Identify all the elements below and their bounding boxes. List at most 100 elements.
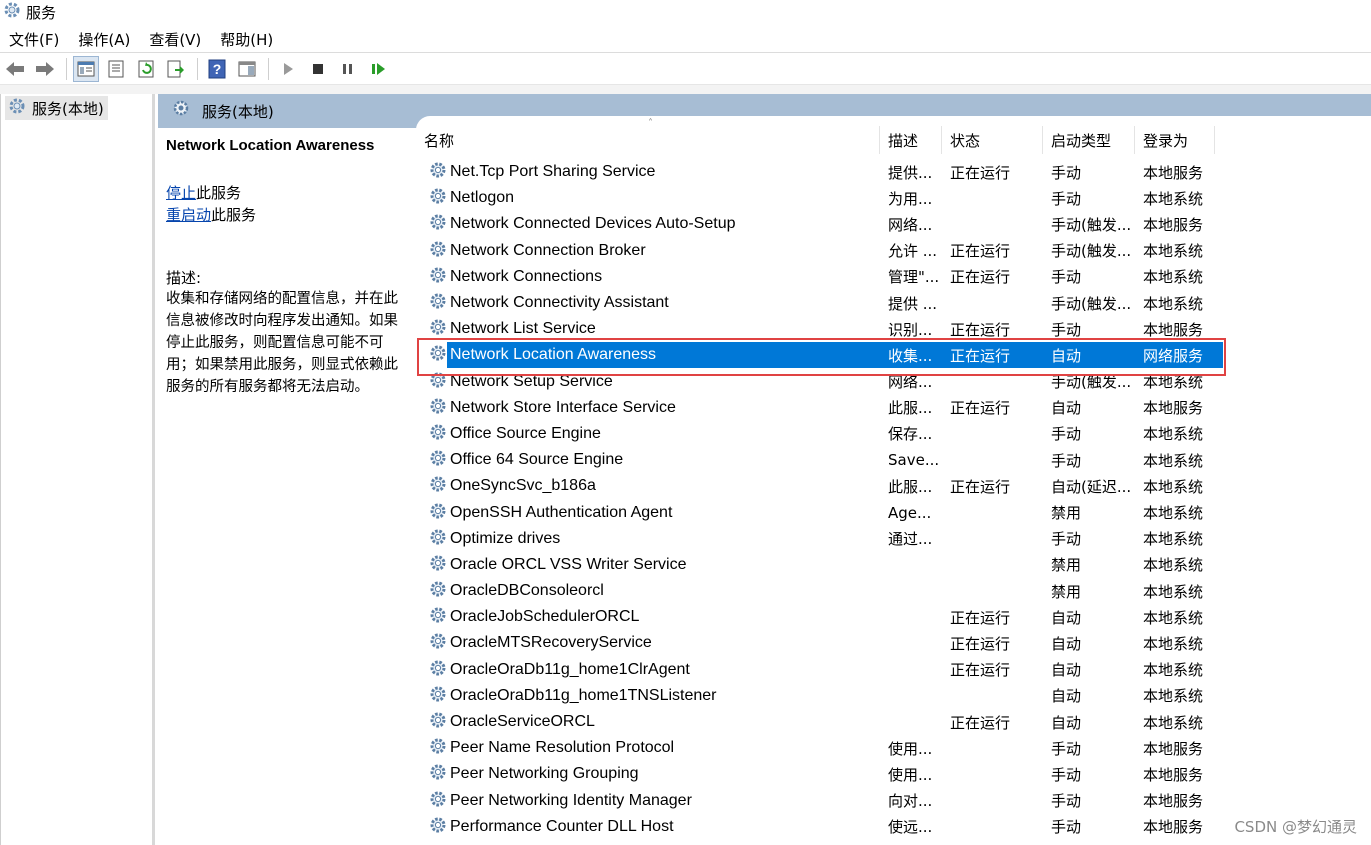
svg-text:?: ? xyxy=(213,61,222,77)
tree-item-services-local[interactable]: 服务(本地) xyxy=(5,96,108,120)
table-row[interactable]: Network Setup Service 网络... 手动(触发... 本地系统 xyxy=(416,369,1371,395)
service-startup-type: 手动 xyxy=(1051,818,1082,837)
table-row[interactable]: Office 64 Source Engine Save... 手动 本地系统 xyxy=(416,447,1371,473)
service-detail-panel: Network Location Awareness 停止此服务 重启动此服务 … xyxy=(158,128,416,845)
column-header-description[interactable]: 描述 xyxy=(880,126,942,154)
table-row[interactable]: Network Connection Broker 允许 ... 正在运行 手动(触发… xyxy=(416,238,1371,264)
table-row[interactable]: OracleOraDb11g_home1ClrAgent 正在运行 自动 本地系统 xyxy=(416,657,1371,683)
table-row[interactable]: Network List Service 识别... 正在运行 手动 本地服务 xyxy=(416,316,1371,342)
watermark: CSDN @梦幻通灵 xyxy=(1234,818,1357,836)
table-row[interactable]: Network Connected Devices Auto-Setup 网络..… xyxy=(416,211,1371,237)
table-row[interactable]: Peer Networking Grouping 使用... 手动 本地服务 xyxy=(416,761,1371,787)
service-log-on-as: 本地系统 xyxy=(1143,294,1204,313)
refresh-icon[interactable] xyxy=(133,56,159,82)
start-service-icon[interactable] xyxy=(275,56,301,82)
service-name: Netlogon xyxy=(450,189,515,207)
menu-view[interactable]: 查看(V) xyxy=(140,29,211,50)
service-description: 管理"... xyxy=(888,268,940,287)
service-description: 允许 ... xyxy=(888,242,938,261)
show-hide-action-pane-icon[interactable] xyxy=(234,56,260,82)
service-startup-type: 自动(延迟... xyxy=(1051,477,1132,496)
table-row[interactable]: Peer Networking Identity Manager 向对... 手动 本… xyxy=(416,788,1371,814)
table-row[interactable]: Optimize drives 通过... 手动 本地系统 xyxy=(416,526,1371,552)
table-row[interactable]: Network Location Awareness 收集... 正在运行 自动 网络服… xyxy=(416,342,1371,369)
table-row[interactable]: Net.Tcp Port Sharing Service 提供... 正在运行 手动 本… xyxy=(416,159,1371,185)
table-row[interactable]: Network Connectivity Assistant 提供 ... 手动(触… xyxy=(416,290,1371,316)
service-name-cell: Office 64 Source Engine xyxy=(416,448,880,472)
toolbar-separator xyxy=(268,57,269,80)
service-gear-icon xyxy=(428,343,448,367)
service-name-cell: OracleDBConsoleorcl xyxy=(416,579,880,603)
export-list-icon[interactable] xyxy=(163,56,189,82)
service-name-cell: OracleServiceORCL xyxy=(416,710,880,734)
table-row[interactable]: Netlogon 为用... 手动 本地系统 xyxy=(416,185,1371,211)
pause-service-icon[interactable] xyxy=(335,56,361,82)
column-header-startup-type[interactable]: 启动类型 xyxy=(1043,126,1135,154)
service-name: OneSyncSvc_b186a xyxy=(450,477,596,495)
help-icon[interactable]: ? xyxy=(204,56,230,82)
column-header-name[interactable]: 名称 xyxy=(416,126,880,154)
service-description: 此服... xyxy=(888,477,933,496)
service-gear-icon xyxy=(428,631,448,655)
service-gear-icon xyxy=(428,762,448,786)
show-hide-console-tree-icon[interactable] xyxy=(73,55,99,82)
service-log-on-as: 本地服务 xyxy=(1143,163,1204,182)
table-row[interactable]: Network Connections 管理"... 正在运行 手动 本地系统 xyxy=(416,264,1371,290)
title-bar: 服务 xyxy=(0,0,1371,24)
service-log-on-as: 本地系统 xyxy=(1143,661,1204,680)
stop-service-icon[interactable] xyxy=(305,56,331,82)
table-row[interactable]: Performance Counter DLL Host 使远... 手动 本地服务 xyxy=(416,814,1371,840)
service-log-on-as: 网络服务 xyxy=(1143,346,1204,365)
service-description: 保存... xyxy=(888,425,933,444)
table-row[interactable]: OracleServiceORCL 正在运行 自动 本地系统 xyxy=(416,709,1371,735)
menu-help[interactable]: 帮助(H) xyxy=(211,29,283,50)
back-icon[interactable] xyxy=(2,56,28,82)
forward-icon[interactable] xyxy=(32,56,58,82)
service-status: 正在运行 xyxy=(950,320,1011,339)
table-row[interactable]: OracleOraDb11g_home1TNSListener 自动 本地系统 xyxy=(416,683,1371,709)
column-header-status[interactable]: 状态 xyxy=(942,126,1043,154)
service-log-on-as: 本地系统 xyxy=(1143,425,1204,444)
service-name: Peer Networking Grouping xyxy=(450,765,639,783)
service-startup-type: 手动(触发... xyxy=(1051,242,1132,261)
service-name: Net.Tcp Port Sharing Service xyxy=(450,163,656,181)
restart-service-link[interactable]: 重启动 xyxy=(166,206,211,224)
stop-service-suffix: 此服务 xyxy=(196,184,242,202)
table-row[interactable]: Peer Name Resolution Protocol 使用... 手动 本地服务 xyxy=(416,735,1371,761)
service-name-cell: OracleJobSchedulerORCL xyxy=(416,605,880,629)
service-startup-type: 手动(触发... xyxy=(1051,215,1132,234)
service-name-cell: OracleOraDb11g_home1ClrAgent xyxy=(416,658,880,682)
service-name-cell: Office Source Engine xyxy=(416,422,880,446)
service-gear-icon xyxy=(428,736,448,760)
service-log-on-as: 本地系统 xyxy=(1143,373,1204,392)
service-gear-icon xyxy=(428,186,448,210)
service-name-cell: Peer Name Resolution Protocol xyxy=(416,736,880,760)
service-name-cell: Network Setup Service xyxy=(416,370,880,394)
service-startup-type: 手动 xyxy=(1051,765,1082,784)
table-row[interactable]: OracleMTSRecoveryService 正在运行 自动 本地系统 xyxy=(416,630,1371,656)
stop-service-link[interactable]: 停止 xyxy=(166,184,196,202)
restart-service-icon[interactable] xyxy=(365,56,391,82)
service-name: Network List Service xyxy=(450,320,596,338)
menu-action[interactable]: 操作(A) xyxy=(69,29,140,50)
service-name: OracleOraDb11g_home1TNSListener xyxy=(450,686,717,704)
table-row[interactable]: Office Source Engine 保存... 手动 本地系统 xyxy=(416,421,1371,447)
table-row[interactable]: OracleJobSchedulerORCL 正在运行 自动 本地系统 xyxy=(416,604,1371,630)
description-line: 用；如果禁用此服务，则显式依赖此 xyxy=(166,357,398,373)
properties-icon[interactable] xyxy=(103,56,129,82)
table-row[interactable]: OneSyncSvc_b186a 此服... 正在运行 自动(延迟... 本地系统 xyxy=(416,473,1371,499)
table-row[interactable]: OracleDBConsoleorcl 禁用 本地系统 xyxy=(416,578,1371,604)
column-header-log-on-as[interactable]: 登录为 xyxy=(1135,126,1215,154)
service-log-on-as: 本地系统 xyxy=(1143,687,1204,706)
table-row[interactable]: Oracle ORCL VSS Writer Service 禁用 本地系统 xyxy=(416,552,1371,578)
menu-file[interactable]: 文件(F) xyxy=(0,29,69,50)
service-name-cell: Network Store Interface Service xyxy=(416,396,880,420)
pane-header-title: 服务(本地) xyxy=(202,102,274,121)
service-startup-type: 手动 xyxy=(1051,163,1082,182)
service-startup-type: 禁用 xyxy=(1051,556,1082,575)
service-gear-icon xyxy=(428,658,448,682)
service-name: Performance Counter DLL Host xyxy=(450,817,674,835)
service-name-cell: Network Location Awareness xyxy=(416,343,880,367)
table-row[interactable]: Network Store Interface Service 此服... 正在运行… xyxy=(416,395,1371,421)
table-row[interactable]: OpenSSH Authentication Agent Age... 禁用 本地系统 xyxy=(416,499,1371,525)
